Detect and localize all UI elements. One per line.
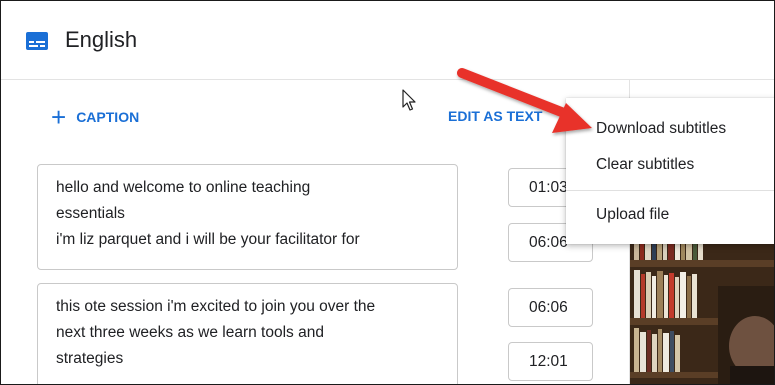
menu-divider xyxy=(566,190,774,191)
caption-line: essentials xyxy=(56,205,125,222)
end-time-input[interactable]: 12:01 xyxy=(508,342,593,381)
add-caption-label: CAPTION xyxy=(76,109,140,125)
caption-text-box[interactable]: this ote session i'm excited to join you… xyxy=(37,283,458,384)
caption-text-box[interactable]: hello and welcome to online teaching ess… xyxy=(37,164,458,270)
subtitle-editor-window: English + CAPTION EDIT AS TEXT hello and… xyxy=(0,0,775,385)
start-time-input[interactable]: 06:06 xyxy=(508,288,593,327)
subtitles-icon xyxy=(26,32,48,50)
caption-line: i'm liz parquet and i will be your facil… xyxy=(56,231,360,248)
caption-line: strategies xyxy=(56,350,124,367)
caption-line: this ote session i'm excited to join you… xyxy=(56,298,376,315)
language-title: English xyxy=(65,27,138,52)
add-caption-button[interactable]: + CAPTION xyxy=(51,102,140,132)
annotation-arrow-icon xyxy=(457,68,592,133)
menu-item-clear-subtitles[interactable]: Clear subtitles xyxy=(566,147,774,183)
plus-icon: + xyxy=(51,102,67,132)
editor-header: English xyxy=(1,1,774,80)
caption-line: next three weeks as we learn tools and xyxy=(56,324,324,341)
mouse-pointer-icon xyxy=(402,89,416,111)
menu-item-upload-file[interactable]: Upload file xyxy=(566,197,774,233)
caption-line: hello and welcome to online teaching xyxy=(56,179,311,196)
